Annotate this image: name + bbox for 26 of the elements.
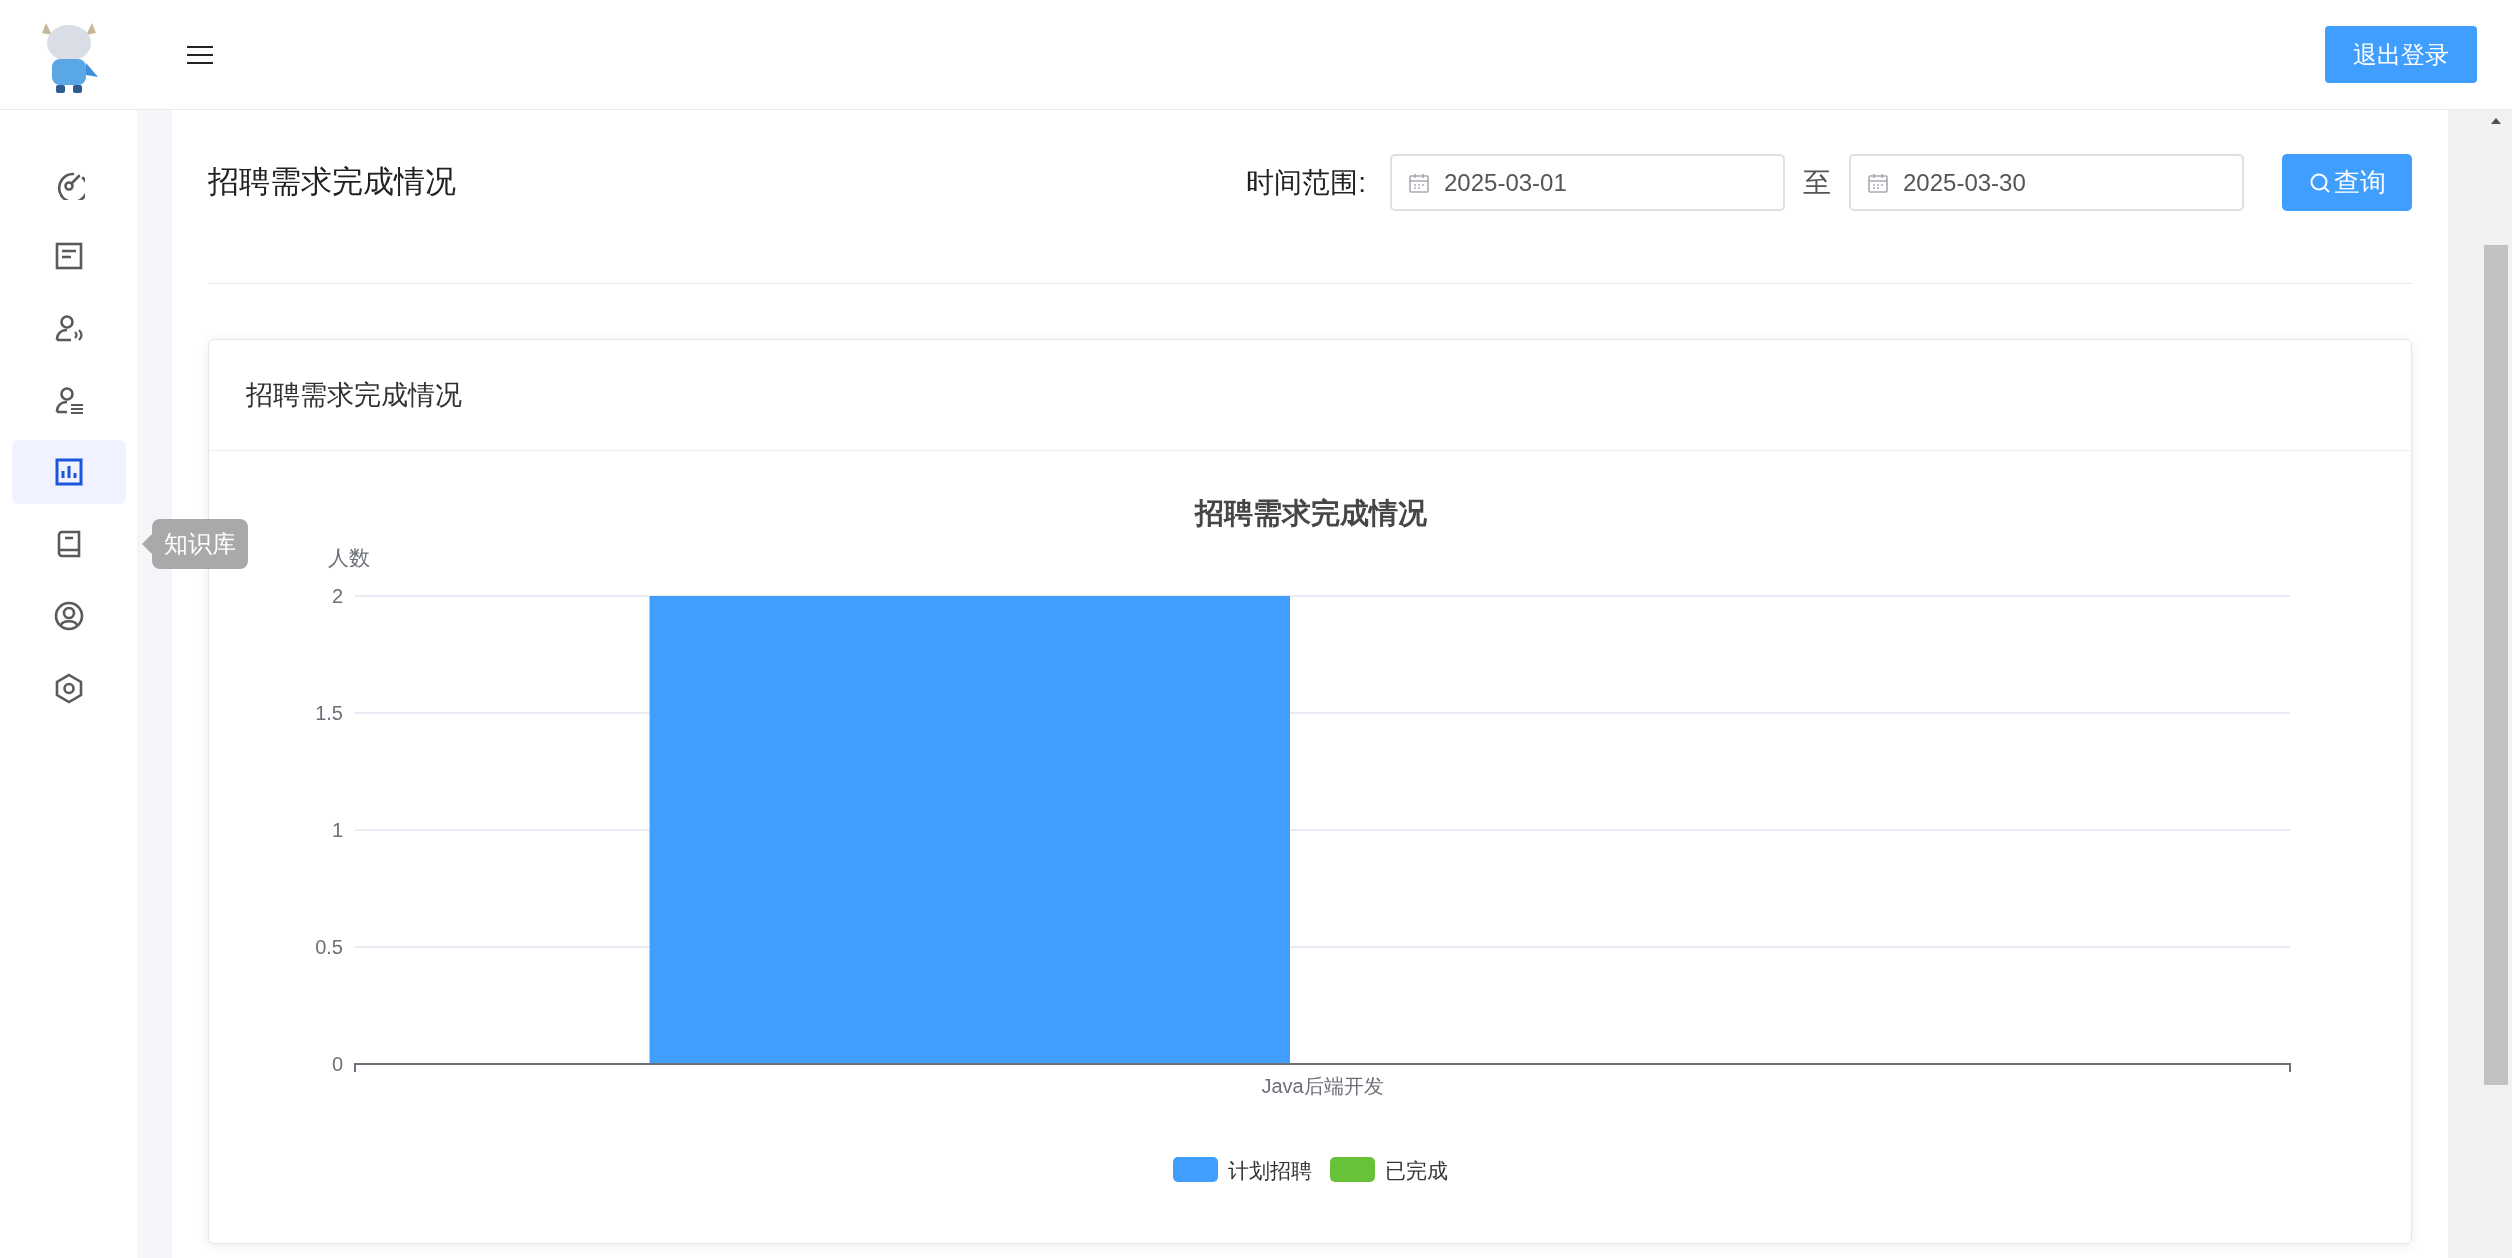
scroll-up-arrow-icon[interactable] <box>2490 116 2502 126</box>
legend-item[interactable]: 已完成 <box>1330 1157 1448 1182</box>
user-circle-icon <box>52 600 85 632</box>
axis-title: 人数 <box>328 546 370 569</box>
sidebar-item[interactable] <box>11 440 126 504</box>
axis-tick-label: 0.5 <box>315 936 343 958</box>
axis-tick-label: 1.5 <box>315 702 343 724</box>
end-date-field[interactable]: 2025-03-30 <box>1849 154 2244 211</box>
menu-icon[interactable] <box>187 43 213 66</box>
calendar-icon <box>1867 171 1889 194</box>
axis-tick-label: 1 <box>331 819 343 841</box>
legend-label: 已完成 <box>1385 1159 1448 1182</box>
legend-item[interactable]: 计划招聘 <box>1173 1157 1312 1182</box>
scrollbar[interactable] <box>2480 110 2512 1258</box>
calendar-icon <box>1408 171 1430 194</box>
range-label: 时间范围: <box>1246 165 1366 200</box>
axis-category-label: Java后端开发 <box>1261 1075 1384 1097</box>
axis-tick-label: 2 <box>331 585 343 607</box>
card-title: 招聘需求完成情况 <box>246 378 462 412</box>
tooltip: 知识库 <box>152 519 248 569</box>
separator-text: 至 <box>1803 165 1831 200</box>
start-date-field[interactable]: 2025-03-01 <box>1390 154 1785 211</box>
page-title: 招聘需求完成情况 <box>208 163 456 202</box>
legend-label: 计划招聘 <box>1228 1159 1312 1182</box>
axis-tick-label: 0 <box>331 1053 343 1075</box>
chart-title: 招聘需求完成情况 <box>1195 497 1427 529</box>
